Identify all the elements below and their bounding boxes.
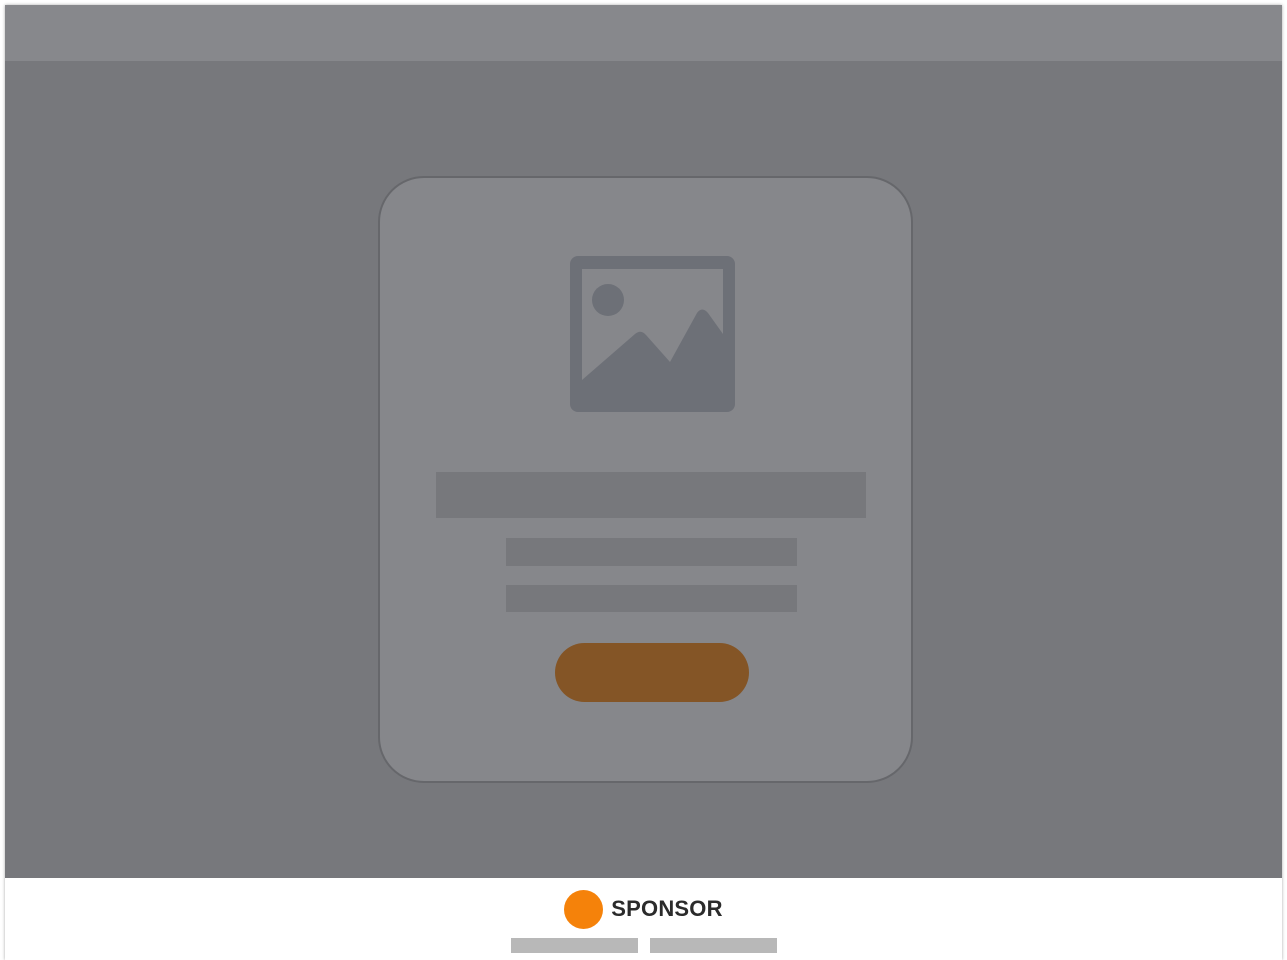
body-line-placeholder-1 bbox=[506, 538, 797, 566]
modal-overlay[interactable] bbox=[5, 5, 1282, 878]
sponsor-links bbox=[5, 938, 1282, 953]
headline-placeholder bbox=[436, 472, 866, 518]
ad-frame: SPONSOR bbox=[5, 5, 1282, 960]
image-placeholder-icon bbox=[570, 256, 735, 412]
sponsor-label: SPONSOR bbox=[611, 896, 723, 921]
ad-card bbox=[378, 176, 913, 783]
cta-button[interactable] bbox=[555, 643, 749, 702]
sponsor-link-placeholder[interactable] bbox=[510, 938, 638, 953]
sponsor-link-placeholder[interactable] bbox=[649, 938, 777, 953]
sponsor-bar: SPONSOR bbox=[5, 886, 1282, 932]
top-bar bbox=[5, 5, 1282, 61]
sponsor-logo-icon bbox=[564, 889, 604, 929]
body-line-placeholder-2 bbox=[506, 585, 797, 612]
